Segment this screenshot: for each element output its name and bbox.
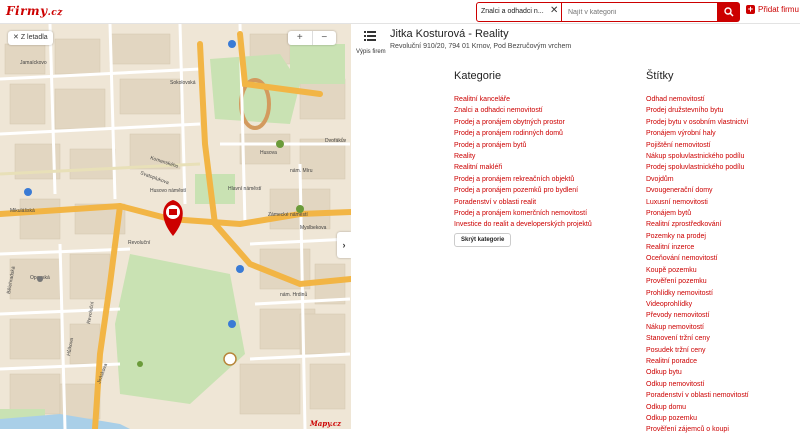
map-label: Mikulášská	[10, 208, 35, 214]
category-link[interactable]: Poradenství v oblasti realit	[454, 197, 592, 208]
location-pin-icon[interactable]	[163, 200, 183, 236]
category-link[interactable]: Prodej a pronájem komerčních nemovitostí	[454, 208, 592, 219]
tag-link[interactable]: Prohlídky nemovitostí	[646, 288, 749, 299]
firm-list-label[interactable]: Výpis firem	[356, 49, 386, 55]
search-button[interactable]	[718, 2, 740, 22]
tag-link[interactable]: Odkup domu	[646, 402, 749, 413]
tag-link[interactable]: Prověření zájemců o koupi	[646, 424, 749, 435]
tag-link[interactable]: Prodej bytu v osobním vlastnictví	[646, 117, 749, 128]
category-link[interactable]: Investice do realit a developerských pro…	[454, 219, 592, 230]
category-link[interactable]: Znalci a odhadci nemovitostí	[454, 105, 592, 116]
tag-link[interactable]: Koupě pozemku	[646, 265, 749, 276]
tag-link[interactable]: Dvougenerační domy	[646, 185, 749, 196]
category-link[interactable]: Prodej a pronájem obytných prostor	[454, 117, 592, 128]
tag-link[interactable]: Pronájem výrobní haly	[646, 128, 749, 139]
map-panel[interactable]: Jamaíckovo Komenského Svatoplukova Mikul…	[0, 24, 351, 429]
category-link[interactable]: Realitní kanceláře	[454, 94, 592, 105]
search-input[interactable]	[562, 2, 718, 22]
zoom-control: + −	[288, 31, 336, 45]
tag-link[interactable]: Videoprohlídky	[646, 299, 749, 310]
map-label: Myslbekova	[300, 225, 327, 231]
plus-icon: +	[746, 4, 755, 14]
tag-link[interactable]: Pozemky na prodej	[646, 231, 749, 242]
list-menu-icon[interactable]	[362, 28, 378, 44]
map-label: Revoluční	[128, 240, 151, 246]
map-label: nám. Hrdinů	[280, 291, 307, 298]
search-icon	[724, 7, 734, 17]
map-canvas[interactable]: Jamaíckovo Komenského Svatoplukova Mikul…	[0, 24, 351, 429]
mapy-logo: Mapy.cz	[310, 419, 342, 428]
tag-link[interactable]: Stanovení tržní ceny	[646, 333, 749, 344]
close-icon: ✕	[13, 34, 21, 41]
category-link[interactable]: Prodej a pronájem rodinných domů	[454, 128, 592, 139]
category-link[interactable]: Prodej a pronájem rekreačních objektů	[454, 174, 592, 185]
back-from-plane-button[interactable]: ✕ Z letadla	[8, 31, 53, 45]
tags-section: Štítky Odhad nemovitostí Prodej družstevn…	[646, 70, 749, 436]
category-link[interactable]: Realitní makléři	[454, 162, 592, 173]
tag-link[interactable]: Odkup pozemku	[646, 413, 749, 424]
tags-list: Odhad nemovitostí Prodej družstevního byt…	[646, 94, 749, 436]
logo-tld: .cz	[47, 8, 63, 18]
tag-link[interactable]: Dvojdům	[646, 174, 749, 185]
map-label: Svatoplukova	[139, 170, 169, 186]
tag-link[interactable]: Odkup nemovitostí	[646, 379, 749, 390]
firm-name: Jitka Kosturová - Reality	[390, 28, 509, 40]
map-label: Revoluční	[86, 301, 96, 325]
tag-link[interactable]: Nákup spoluvlastnického podílu	[646, 151, 749, 162]
map-label: Husova	[260, 150, 277, 156]
firm-address: Revoluční 910/20, 794 01 Krnov, Pod Bezr…	[390, 43, 572, 50]
tag-link[interactable]: Převody nemovitostí	[646, 310, 749, 321]
categories-section: Kategorie Realitní kanceláře Znalci a odh…	[454, 70, 592, 231]
tag-link[interactable]: Realitní zprostředkování	[646, 219, 749, 230]
tag-link[interactable]: Realitní inzerce	[646, 242, 749, 253]
tag-link[interactable]: Odhad nemovitostí	[646, 94, 749, 105]
category-link[interactable]: Prodej a pronájem pozemků pro bydlení	[454, 185, 592, 196]
tag-link[interactable]: Luxusní nemovitosti	[646, 197, 749, 208]
map-label: Sokolovská	[170, 80, 196, 86]
firmy-logo[interactable]: Firmy.cz	[6, 4, 63, 18]
category-filter-label: Znalci a odhadci n...	[481, 8, 544, 15]
search-bar: Znalci a odhadci n... ✕	[476, 2, 740, 22]
map-label: Zámecké náměstí	[268, 212, 308, 218]
category-link[interactable]: Prodej a pronájem bytů	[454, 140, 592, 151]
hide-categories-button[interactable]: Skrýt kategorie	[454, 233, 512, 247]
tag-link[interactable]: Pronájem bytů	[646, 208, 749, 219]
tag-link[interactable]: Poradenství v oblasti nemovitostí	[646, 390, 749, 401]
map-label: Husovo náměstí	[150, 188, 187, 194]
tag-link[interactable]: Realitní poradce	[646, 356, 749, 367]
add-firm-label: Přidat firmu	[758, 5, 799, 14]
category-link[interactable]: Reality	[454, 151, 592, 162]
collapse-map-button[interactable]: ›	[337, 232, 351, 258]
categories-list: Realitní kanceláře Znalci a odhadci nemov…	[454, 94, 592, 231]
logo-text: Firmy	[6, 4, 48, 18]
zoom-in-button[interactable]: +	[288, 31, 313, 45]
tag-link[interactable]: Odkup bytu	[646, 367, 749, 378]
categories-title: Kategorie	[454, 70, 502, 82]
tag-link[interactable]: Posudek tržní ceny	[646, 345, 749, 356]
tag-link[interactable]: Oceňování nemovitostí	[646, 253, 749, 264]
tags-title: Štítky	[646, 70, 674, 82]
close-icon[interactable]: ✕	[550, 5, 558, 17]
zoom-out-button[interactable]: −	[313, 31, 337, 45]
map-label: Dvořákův	[325, 137, 347, 144]
map-label: nám. Míru	[290, 168, 313, 174]
tag-link[interactable]: Prověření pozemku	[646, 276, 749, 287]
top-bar: Firmy.cz Znalci a odhadci n... ✕ + Přida…	[0, 0, 800, 24]
tag-link[interactable]: Prodej družstevního bytu	[646, 105, 749, 116]
map-label: Hlavní náměstí	[228, 186, 262, 192]
back-label: Z letadla	[20, 34, 48, 41]
tag-link[interactable]: Prodej spoluvlastnického podílu	[646, 162, 749, 173]
tag-link[interactable]: Nákup nemovitostí	[646, 322, 749, 333]
add-firm-link[interactable]: + Přidat firmu	[746, 5, 799, 14]
map-label: Jamaíckovo	[20, 60, 47, 66]
tag-link[interactable]: Pojištění nemovitostí	[646, 140, 749, 151]
